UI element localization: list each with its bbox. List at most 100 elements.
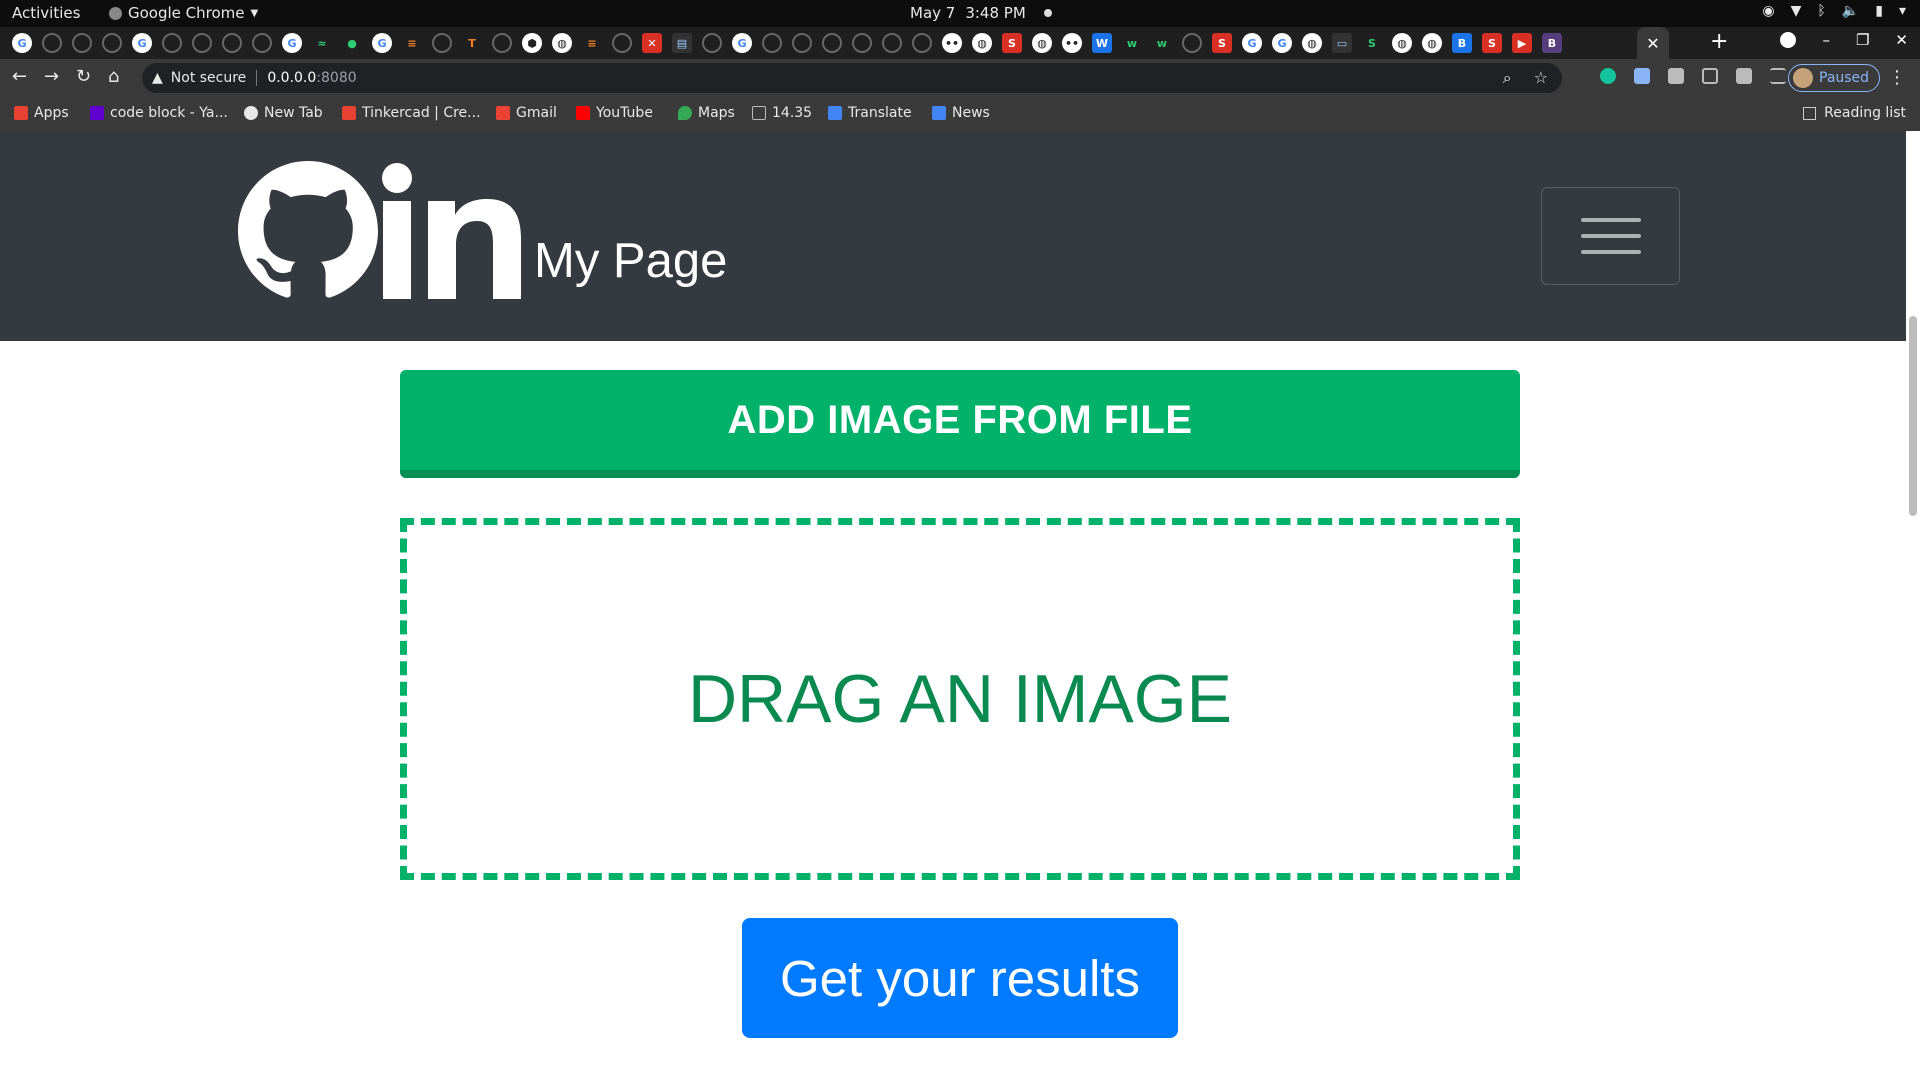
github-tab-icon[interactable]	[792, 33, 812, 53]
bookmark-gmail[interactable]: Gmail	[496, 105, 557, 121]
globe-tab-icon[interactable]: ◍	[1392, 33, 1412, 53]
globe-tab-icon[interactable]: ◍	[1032, 33, 1052, 53]
bookmark-new-tab[interactable]: New Tab	[244, 105, 323, 121]
warning-icon[interactable]: ▲	[152, 70, 163, 86]
tensorflow-tab-icon[interactable]: T	[462, 33, 482, 53]
medium-tab-icon[interactable]: ••	[942, 33, 962, 53]
minimize-icon[interactable]: –	[1822, 31, 1830, 49]
bookmark-youtube[interactable]: YouTube	[576, 105, 653, 121]
active-tab-close-icon[interactable]: ✕	[1637, 27, 1669, 59]
bookmark-14-35[interactable]: 14.35	[752, 105, 812, 121]
close-window-icon[interactable]: ✕	[1895, 31, 1908, 49]
tab-search-icon[interactable]	[1780, 32, 1797, 48]
google-tab-icon[interactable]: G	[12, 33, 32, 53]
camera-extension-icon[interactable]	[1634, 68, 1650, 84]
terminal-tab-icon[interactable]: ▭	[1332, 33, 1352, 53]
github-tab-icon[interactable]	[882, 33, 902, 53]
w-green-tab-icon[interactable]: w	[1122, 33, 1142, 53]
bootstrap-tab-icon[interactable]: B	[1542, 33, 1562, 53]
globe-tab-icon[interactable]: ◍	[552, 33, 572, 53]
github-tab-icon[interactable]	[252, 33, 272, 53]
github-tab-icon[interactable]	[912, 33, 932, 53]
s-tab-icon[interactable]: S	[1482, 33, 1502, 53]
add-image-from-file-button[interactable]: ADD IMAGE FROM FILE	[400, 370, 1520, 478]
github-tab-icon[interactable]	[42, 33, 62, 53]
scrollbar-thumb[interactable]	[1909, 316, 1917, 516]
app-menu[interactable]: Google Chrome ▼	[109, 4, 258, 22]
bookmark-maps[interactable]: Maps	[678, 105, 735, 121]
site-brand[interactable]: My Page	[238, 161, 727, 301]
google-tab-icon[interactable]: G	[1242, 33, 1262, 53]
screenshot-icon[interactable]	[1668, 68, 1684, 84]
github-tab-icon[interactable]	[102, 33, 122, 53]
grammarly-icon[interactable]	[1600, 68, 1616, 84]
stackoverflow-tab-icon[interactable]: ≡	[402, 33, 422, 53]
url-host[interactable]: 0.0.0.0	[267, 70, 316, 86]
github-tab-icon[interactable]	[492, 33, 512, 53]
bookmark-news[interactable]: News	[932, 105, 990, 121]
google-tab-icon[interactable]: G	[282, 33, 302, 53]
bookmark-translate[interactable]: Translate	[828, 105, 912, 121]
globe-tab-icon[interactable]: ◍	[1302, 33, 1322, 53]
back-icon[interactable]: ←	[12, 66, 27, 87]
reading-list-button[interactable]: Reading list	[1803, 105, 1906, 121]
bookmark-code-block[interactable]: code block - Ya...	[90, 105, 228, 121]
globe-tab-icon[interactable]: ◍	[1422, 33, 1442, 53]
code-tab-icon[interactable]: ≈	[312, 33, 332, 53]
github-tab-icon[interactable]	[222, 33, 242, 53]
security-label[interactable]: Not secure	[171, 70, 247, 86]
bookmark-tinkercad[interactable]: Tinkercad | Cre...	[342, 105, 481, 121]
image-drop-zone[interactable]: DRAG AN IMAGE	[400, 518, 1520, 880]
github-tab-icon[interactable]	[852, 33, 872, 53]
clock[interactable]: May 7 3:48 PM	[910, 4, 1052, 22]
home-icon[interactable]: ⌂	[108, 66, 119, 87]
bookmark-star-icon[interactable]: ☆	[1534, 68, 1548, 88]
more-menu-icon[interactable]: ⋮	[1888, 67, 1906, 88]
medium-tab-icon[interactable]: ••	[1062, 33, 1082, 53]
github-tab-icon[interactable]	[72, 33, 92, 53]
github-tab-icon[interactable]	[612, 33, 632, 53]
s-tab-icon[interactable]: S	[1002, 33, 1022, 53]
leaf-tab-icon[interactable]: ●	[342, 33, 362, 53]
google-tab-icon[interactable]: G	[372, 33, 392, 53]
forward-icon[interactable]: →	[44, 66, 59, 87]
address-bar[interactable]: ▲ Not secure 0.0.0.0:8080 ⌕ ☆	[142, 63, 1562, 93]
s-green-tab-icon[interactable]: S	[1362, 33, 1382, 53]
bird-tab-icon[interactable]: ✕	[642, 33, 662, 53]
restore-icon[interactable]: ❐	[1856, 31, 1869, 49]
docs-tab-icon[interactable]: ▤	[672, 33, 692, 53]
google-tab-icon[interactable]: G	[1272, 33, 1292, 53]
google-tab-icon[interactable]: G	[732, 33, 752, 53]
ext-box-icon[interactable]	[1702, 68, 1718, 84]
github-tab-icon[interactable]	[162, 33, 182, 53]
activities-button[interactable]: Activities	[12, 4, 80, 22]
github-tab-icon[interactable]	[702, 33, 722, 53]
b-blue-tab-icon[interactable]: B	[1452, 33, 1472, 53]
w3schools-tab-icon[interactable]: W	[1092, 33, 1112, 53]
github-tab-icon[interactable]	[1182, 33, 1202, 53]
zoom-icon[interactable]: ⌕	[1503, 68, 1512, 88]
navbar-toggle-button[interactable]	[1541, 187, 1680, 285]
system-tray[interactable]: ◉ ▼ ᛒ 🔈 ▮ ▾	[1762, 3, 1906, 19]
github-tab-icon[interactable]	[192, 33, 212, 53]
get-results-button[interactable]: Get your results	[742, 918, 1178, 1038]
w-green-tab-icon[interactable]: w	[1152, 33, 1172, 53]
s-tab-icon[interactable]: S	[1212, 33, 1232, 53]
globe-tab-icon[interactable]: ◍	[972, 33, 992, 53]
puzzle-icon[interactable]	[1736, 68, 1752, 84]
hexagon-tab-icon[interactable]: ⬢	[522, 33, 542, 53]
new-tab-button[interactable]: +	[1710, 29, 1728, 54]
github-tab-icon[interactable]	[432, 33, 452, 53]
google-tab-icon[interactable]: G	[132, 33, 152, 53]
stackoverflow-tab-icon[interactable]: ≡	[582, 33, 602, 53]
reload-icon[interactable]: ↻	[76, 66, 91, 87]
github-tab-icon[interactable]	[822, 33, 842, 53]
github-tab-icon[interactable]	[762, 33, 782, 53]
media-queue-icon[interactable]	[1770, 68, 1786, 84]
youtube-tab-icon[interactable]: ▶	[1512, 33, 1532, 53]
url-port[interactable]: :8080	[316, 70, 356, 86]
profile-button[interactable]: Paused	[1788, 64, 1880, 92]
tab-list: G G G ≈ ● G ≡ T ⬢ ◍ ≡ ✕ ▤ G •• ◍ S ◍ ••	[12, 33, 1562, 53]
bookmark-apps[interactable]: Apps	[14, 105, 69, 121]
page-scrollbar[interactable]	[1906, 131, 1920, 1080]
